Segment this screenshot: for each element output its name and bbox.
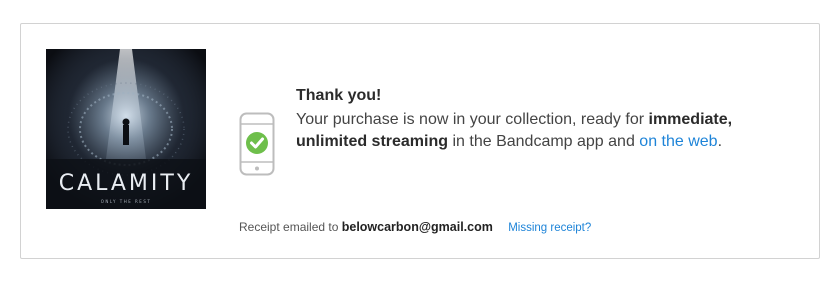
confirmation-message: Thank you! Your purchase is now in your … [296,86,766,153]
receipt-email: belowcarbon@gmail.com [341,220,493,234]
purchase-confirmation-card: CALAMITY ONLY THE REST Thank you! Your p… [20,23,820,259]
missing-receipt-link[interactable]: Missing receipt? [508,222,591,234]
body-text-suffix: . [717,133,723,150]
album-cover: CALAMITY ONLY THE REST [46,49,206,209]
album-subtitle: ONLY THE REST [100,199,152,204]
body-text-middle: in the Bandcamp app and [452,133,635,150]
on-the-web-link[interactable]: on the web [639,133,717,150]
receipt-label: Receipt emailed to [239,220,339,234]
confirmation-body: Your purchase is now in your collection,… [296,109,766,153]
thank-you-heading: Thank you! [296,87,382,104]
phone-check-icon [239,112,275,176]
receipt-line: Receipt emailed to belowcarbon@gmail.com… [239,220,591,234]
body-text-prefix: Your purchase is now in your collection,… [296,111,645,128]
album-title: CALAMITY [58,171,194,196]
